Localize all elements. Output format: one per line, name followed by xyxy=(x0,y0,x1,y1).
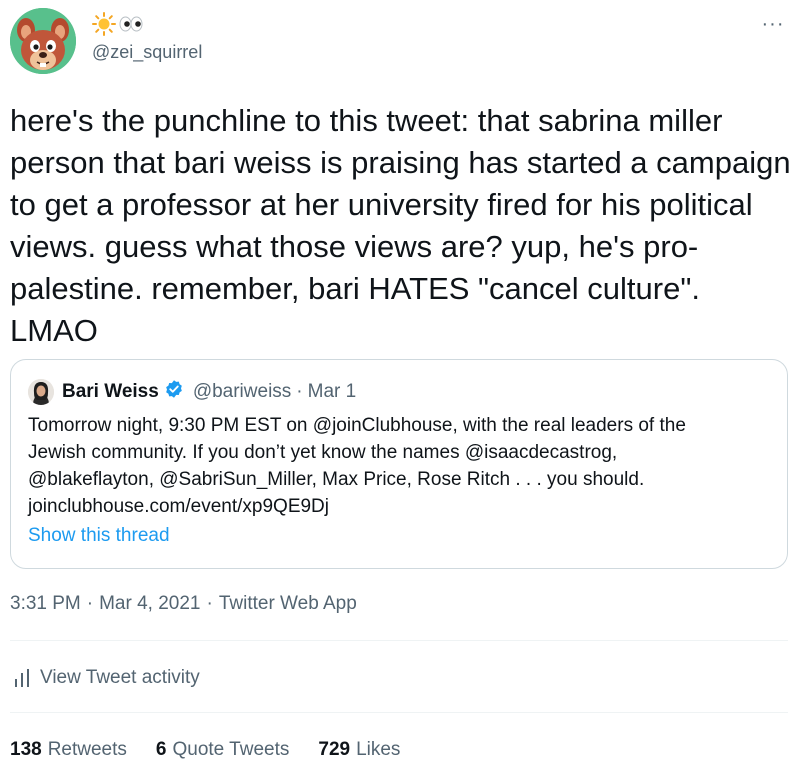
eyes-icon xyxy=(119,16,143,32)
quoted-text-line: Jewish community. If you don’t yet know … xyxy=(28,442,618,463)
tweet-time[interactable]: 3:31 PM xyxy=(10,593,81,614)
divider xyxy=(10,712,788,713)
tweet-detail: @zei_squirrel ··· here's the punchline t… xyxy=(0,0,803,767)
tweet-source[interactable]: Twitter Web App xyxy=(219,593,357,614)
tweet-text: here's the punchline to this tweet: that… xyxy=(10,103,800,348)
separator-dot: · xyxy=(206,593,213,614)
quoted-text-line: joinclubhouse.com/event/xp9QE9Dj xyxy=(28,496,330,517)
quoted-author-avatar xyxy=(28,379,54,405)
quoted-author-name: Bari Weiss xyxy=(62,381,159,402)
quoted-tweet-date: Mar 1 xyxy=(307,381,357,402)
quoted-author-handle: @bariweiss xyxy=(192,381,292,402)
retweets-count: 138 xyxy=(10,739,42,760)
quoted-tweet-text: Tomorrow night, 9:30 PM EST on @joinClub… xyxy=(28,412,768,520)
separator-dot: · xyxy=(296,381,303,402)
quote-tweets-stat[interactable]: 6 Quote Tweets xyxy=(156,739,289,761)
likes-count: 729 xyxy=(318,739,351,760)
likes-stat[interactable]: 729 Likes xyxy=(318,739,400,761)
engagement-stats: 138 Retweets 6 Quote Tweets 729 Likes xyxy=(10,737,429,763)
bari-weiss-avatar-icon xyxy=(28,379,54,405)
tweet-date[interactable]: Mar 4, 2021 xyxy=(99,593,200,614)
quoted-text-line: @blakeflayton, @SabriSun_Miller, Max Pri… xyxy=(28,469,645,490)
author-avatar[interactable] xyxy=(10,8,76,74)
author-handle[interactable]: @zei_squirrel xyxy=(92,42,202,63)
retweets-stat[interactable]: 138 Retweets xyxy=(10,739,127,761)
quote-tweets-label: Quote Tweets xyxy=(172,739,290,760)
quoted-text-line: Tomorrow night, 9:30 PM EST on @joinClub… xyxy=(28,415,686,436)
verified-badge-icon xyxy=(164,379,184,405)
more-horizontal-icon: ··· xyxy=(761,12,785,35)
bar-chart-icon xyxy=(15,669,29,687)
likes-label: Likes xyxy=(356,739,401,760)
retweets-label: Retweets xyxy=(47,739,127,760)
quote-tweets-count: 6 xyxy=(155,739,167,760)
squirrel-avatar-icon xyxy=(10,8,76,74)
quoted-tweet-header: Bari Weiss @bariweiss · Mar 1 xyxy=(28,378,356,406)
separator-dot: · xyxy=(86,593,94,614)
show-thread-link[interactable]: Show this thread xyxy=(28,525,170,547)
more-options-button[interactable]: ··· xyxy=(759,12,787,35)
view-tweet-activity-link[interactable]: View Tweet activity xyxy=(10,664,200,692)
tweet-meta: 3:31 PM · Mar 4, 2021 · Twitter Web App xyxy=(10,593,357,615)
view-tweet-activity-label: View Tweet activity xyxy=(40,667,200,688)
quoted-tweet-card[interactable]: Bari Weiss @bariweiss · Mar 1 Tomorrow n… xyxy=(10,359,788,569)
author-display-name[interactable] xyxy=(92,12,144,36)
divider xyxy=(10,640,788,641)
sun-icon xyxy=(92,12,116,36)
